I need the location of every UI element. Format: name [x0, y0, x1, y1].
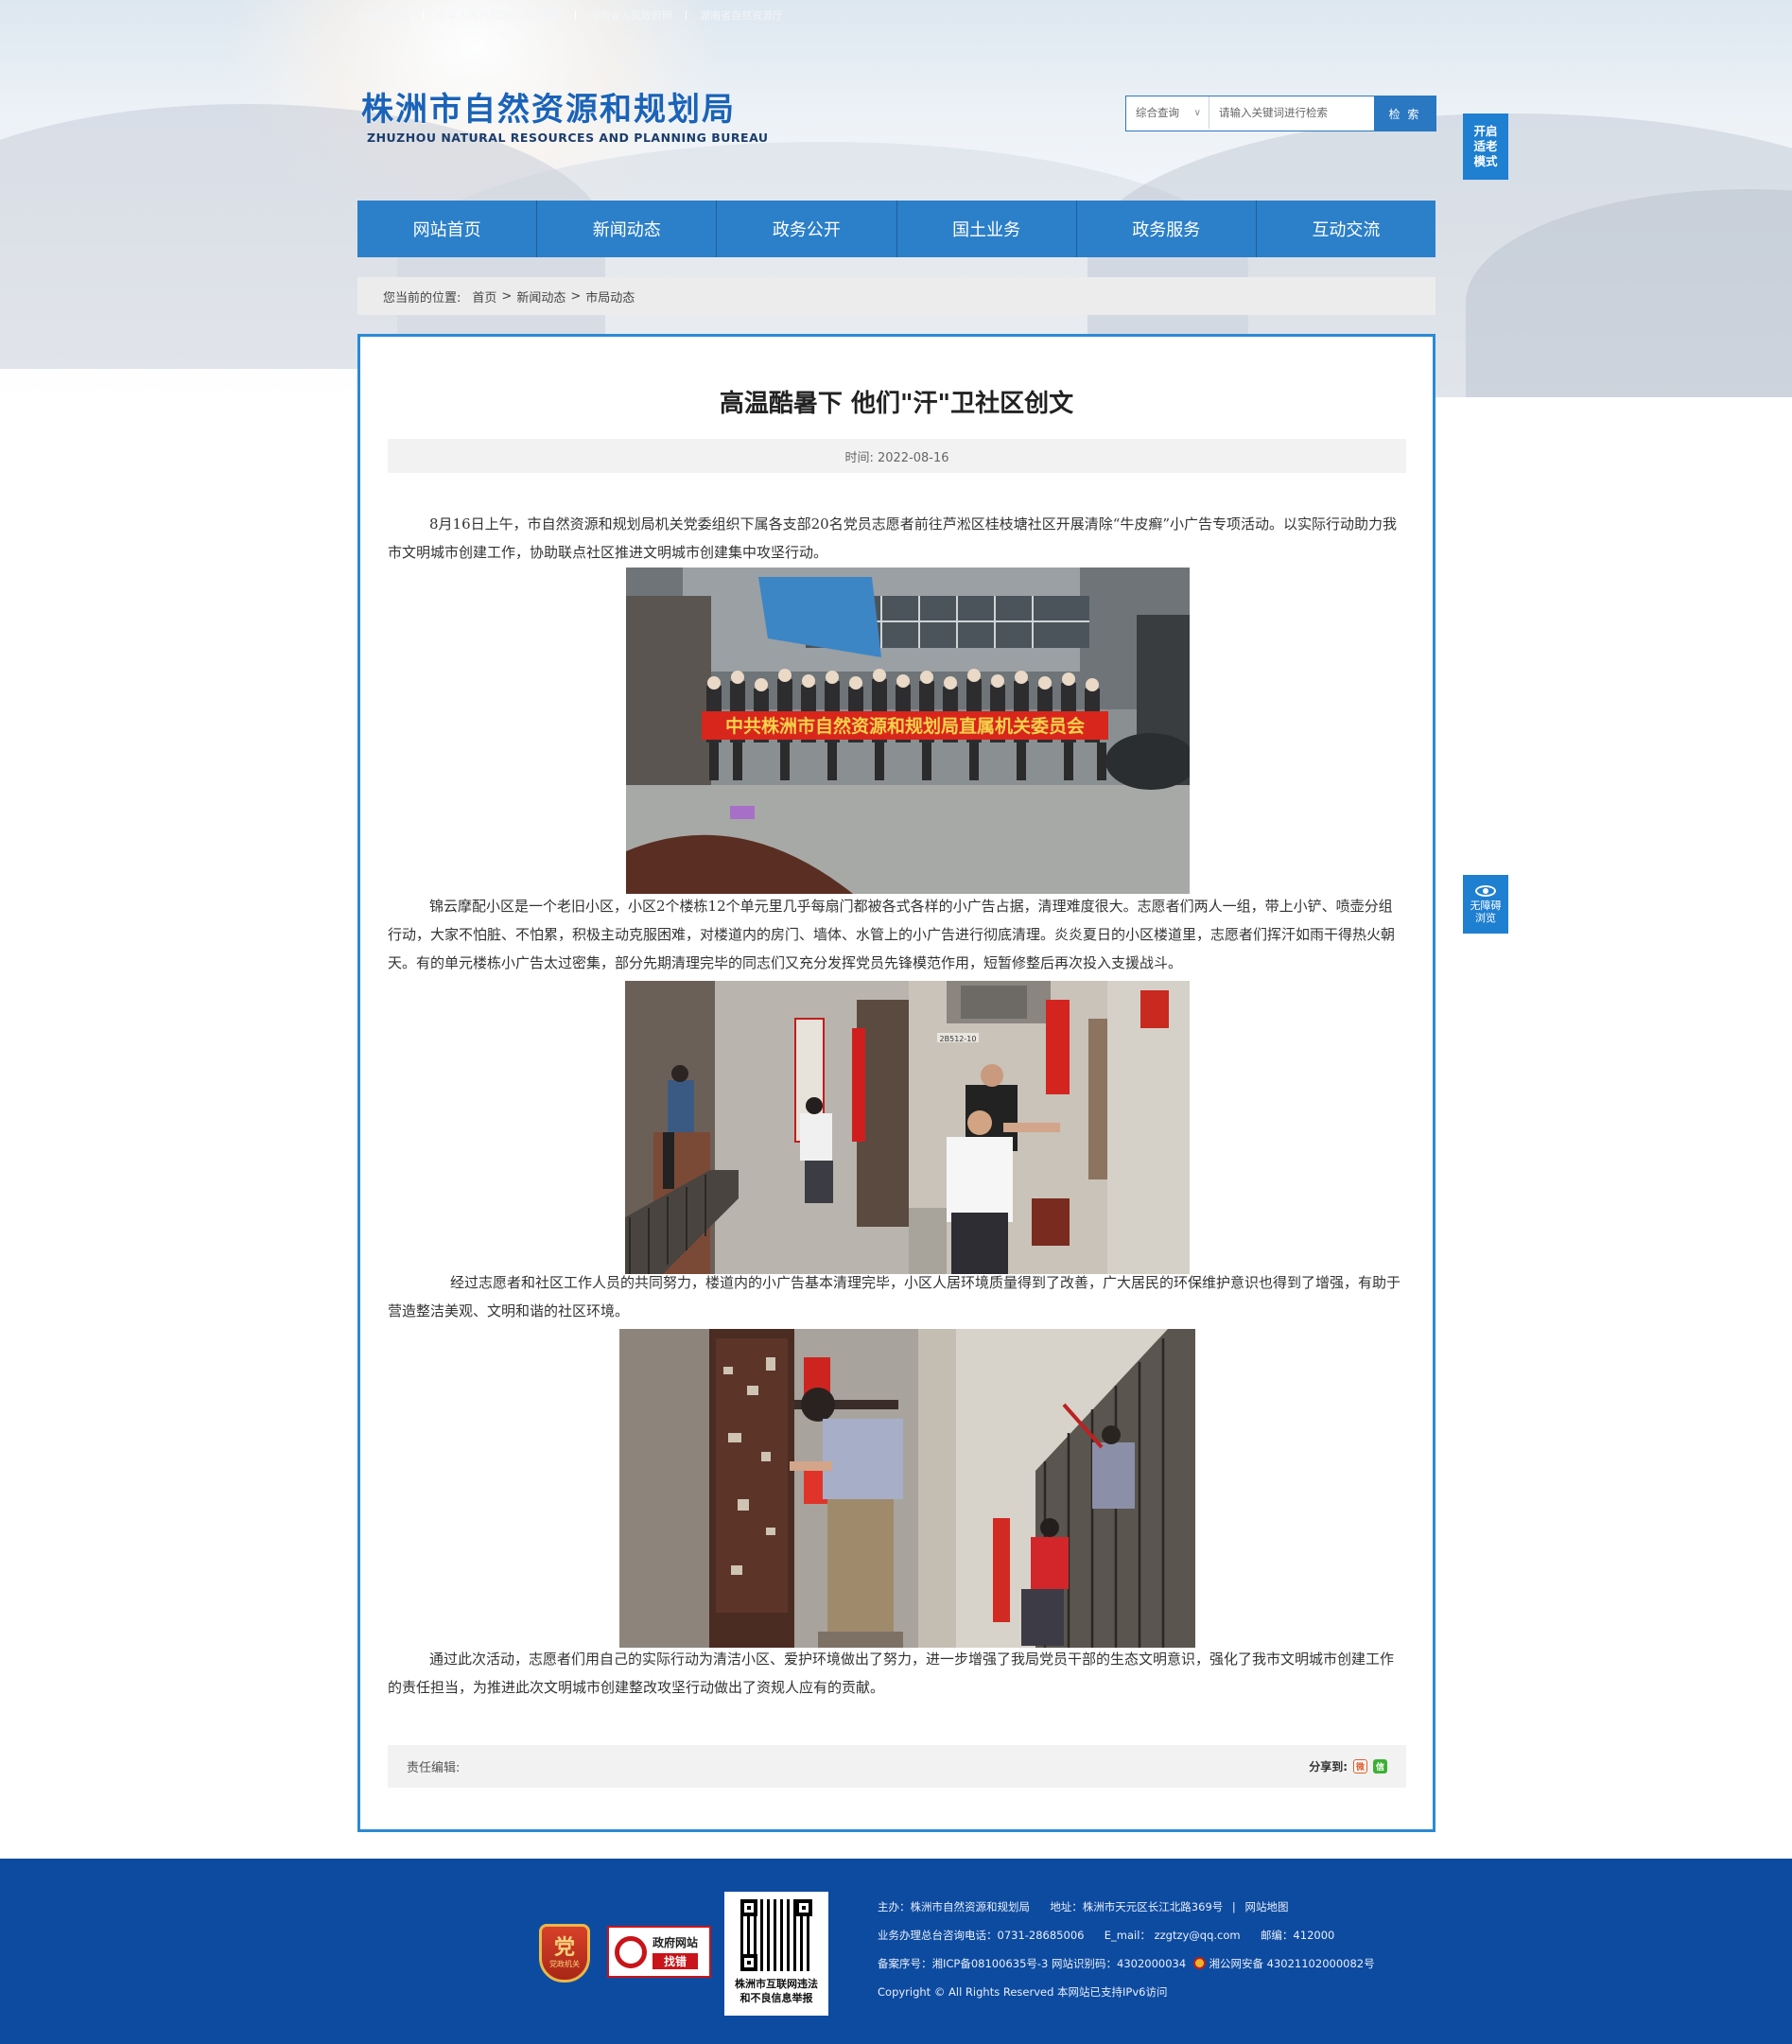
- footer-postcode: 邮编：412000: [1260, 1929, 1335, 1942]
- wechat-share-icon[interactable]: 信: [1373, 1759, 1387, 1773]
- footer-copyright: Copyright © All Rights Reserved 本网站已支持IP…: [878, 1985, 1168, 1999]
- eye-icon: [1475, 884, 1496, 897]
- error-report-line-1: 政府网站: [652, 1936, 699, 1949]
- search-input[interactable]: [1209, 96, 1374, 129]
- search-button[interactable]: 检 索: [1374, 96, 1435, 131]
- breadcrumb-home[interactable]: 首页: [472, 288, 496, 306]
- search-box: 综合查询 ∨ 检 索: [1125, 96, 1436, 131]
- footer-police-record[interactable]: 湘公网安备 43021102000082号: [1209, 1957, 1375, 1970]
- main-nav: 网站首页 新闻动态 政务公开 国土业务 政务服务 互动交流: [357, 201, 1435, 257]
- photo-banner-text: 中共株洲市自然资源和规划局直属机关委员会: [725, 715, 1085, 737]
- top-link-hunan-nr[interactable]: 湖南省自然资源厅: [700, 8, 783, 23]
- party-gov-badge-char: 党: [553, 1936, 575, 1960]
- elder-mode-line-1: 开启: [1473, 124, 1498, 138]
- footer-sitemap-link[interactable]: 网站地图: [1244, 1900, 1288, 1913]
- article-paragraph-3: 经过志愿者和社区工作人员的共同努力，楼道内的小广告基本清理完毕，小区人居环境质量…: [388, 1274, 1401, 1319]
- footer-address: 地址：株洲市天元区长江北路369号: [1050, 1900, 1224, 1913]
- article-photo-wall-cleaning: [619, 1329, 1195, 1648]
- police-badge-icon: [1192, 1957, 1206, 1969]
- accessibility-line-1: 无障碍: [1470, 899, 1502, 912]
- party-gov-badge-text: 党政机关: [549, 1960, 580, 1968]
- breadcrumb-prefix: 您当前的位置:: [383, 290, 461, 306]
- article-photo-group-banner: 中共株洲市自然资源和规划局直属机关委员会: [626, 568, 1190, 894]
- article-photo-stairwell-cleaning: 2B512-10: [625, 981, 1190, 1274]
- accessibility-button[interactable]: 无障碍 浏览: [1463, 875, 1508, 934]
- article-paragraph-2: 锦云摩配小区是一个老旧小区，小区2个楼栋12个单元里几乎每扇门都被各式各样的小广…: [388, 898, 1396, 971]
- article-paragraph-1: 8月16日上午，市自然资源和规划局机关党委组织下属各支部20名党员志愿者前往芦淞…: [388, 515, 1398, 561]
- elder-mode-line-3: 模式: [1473, 154, 1498, 168]
- footer-icp[interactable]: 备案序号：湘ICP备08100635号-3 网站识别码：4302000034: [878, 1957, 1186, 1970]
- article-paragraph-4: 通过此次活动，志愿者们用自己的实际行动为清洁小区、爱护环境做出了努力，进一步增强…: [388, 1651, 1395, 1696]
- elder-mode-button[interactable]: 开启 适老 模式: [1463, 114, 1508, 180]
- nav-item-gov-affairs[interactable]: 政务公开: [717, 201, 897, 257]
- breadcrumb: 您当前的位置: 首页 > 新闻动态 > 市局动态: [357, 277, 1435, 315]
- site-logo-subtitle: ZHUZHOU NATURAL RESOURCES AND PLANNING B…: [367, 131, 769, 145]
- top-link-hunan-gov[interactable]: 湖南省人民政府网: [589, 8, 672, 23]
- weibo-share-icon[interactable]: 微: [1353, 1759, 1367, 1773]
- breadcrumb-news[interactable]: 新闻动态: [516, 288, 565, 306]
- qr-code-icon: [740, 1899, 812, 1971]
- party-gov-badge[interactable]: 党 党政机关: [539, 1924, 590, 1983]
- qr-caption-line-1: 株洲市互联网违法: [735, 1978, 818, 1990]
- search-scope-value: 综合查询: [1136, 106, 1179, 119]
- error-report-line-2: 找错: [652, 1953, 699, 1969]
- gov-site-error-report-badge[interactable]: 政府网站 找错: [607, 1926, 711, 1978]
- door-number-sign: 2B512-10: [940, 1035, 977, 1043]
- article-container: 高温酷暑下 他们"汗"卫社区创文 时间: 2022-08-16 8月16日上午，…: [357, 334, 1435, 1832]
- qr-caption-line-2: 和不良信息举报: [739, 1992, 813, 2004]
- share-label: 分享到:: [1309, 1760, 1348, 1773]
- elder-mode-line-2: 适老: [1473, 139, 1498, 153]
- article-time: 时间: 2022-08-16: [388, 439, 1406, 473]
- article-footer-bar: 责任编辑: 分享到: 微 信: [388, 1745, 1406, 1788]
- report-qr-code[interactable]: 株洲市互联网违法 和不良信息举报: [724, 1892, 828, 2016]
- search-scope-select[interactable]: 综合查询 ∨: [1126, 96, 1209, 129]
- top-link-mnr[interactable]: 中华人民共和国自然资源部: [437, 8, 562, 23]
- footer-info: 主办：株洲市自然资源和规划局 地址：株洲市天元区长江北路369号 | 网站地图 …: [878, 1900, 1375, 1999]
- breadcrumb-city-news[interactable]: 市局动态: [585, 288, 635, 306]
- footer-email: E_mail： zzgtzy@qq.com: [1104, 1929, 1241, 1942]
- magnifier-icon: [615, 1935, 647, 1968]
- editor-label: 责任编辑:: [407, 1761, 461, 1775]
- top-link-gov[interactable]: 中国政府网: [357, 8, 409, 23]
- nav-item-gov-services[interactable]: 政务服务: [1077, 201, 1257, 257]
- top-links: 中国政府网 中华人民共和国自然资源部 湖南省人民政府网 湖南省自然资源厅: [357, 6, 783, 25]
- footer-host: 主办：株洲市自然资源和规划局: [878, 1900, 1030, 1913]
- article-title: 高温酷暑下 他们"汗"卫社区创文: [719, 390, 1074, 418]
- share-group: 分享到: 微 信: [1309, 1758, 1387, 1774]
- site-logo-title[interactable]: 株洲市自然资源和规划局: [361, 83, 736, 130]
- chevron-down-icon: ∨: [1193, 107, 1201, 118]
- footer-phone: 业务办理总台咨询电话：0731-28685006: [878, 1929, 1085, 1942]
- nav-item-land-business[interactable]: 国土业务: [897, 201, 1077, 257]
- site-footer: 党 党政机关 政府网站 找错 株洲市互联网违法 和不良信息举报 主办：株洲市自然…: [0, 1859, 1792, 2044]
- nav-item-news[interactable]: 新闻动态: [537, 201, 718, 257]
- accessibility-line-2: 浏览: [1475, 911, 1496, 924]
- nav-item-home[interactable]: 网站首页: [357, 201, 538, 257]
- nav-item-interaction[interactable]: 互动交流: [1257, 201, 1435, 257]
